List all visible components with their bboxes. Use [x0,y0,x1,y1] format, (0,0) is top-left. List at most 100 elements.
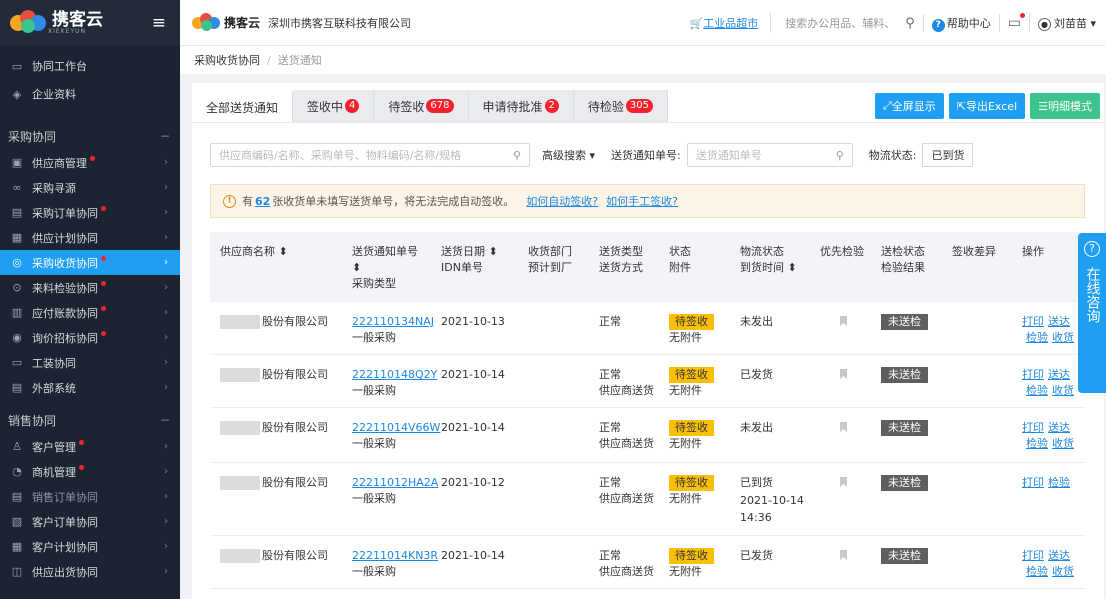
notice-no-link[interactable]: 222110134NAJ [352,314,434,330]
notice-no-link[interactable]: 22211014KN3R [352,548,438,564]
sidebar-item[interactable]: ▤ 外部系统 › [0,375,180,400]
global-search[interactable]: 搜索办公用品、辅料、 ⚲ [770,13,915,33]
sidebar-item[interactable]: ◉ 询价招标协同 › [0,325,180,350]
sidebar-item[interactable]: ◔ 商机管理 › [0,459,180,484]
col-logistics[interactable]: 物流状态 到货时间 ⬍ [740,244,797,276]
tab[interactable]: 待签收 678 [374,90,469,122]
chevron-right-icon: › [164,491,168,502]
priority-flag-icon[interactable] [840,550,847,560]
bid-icon: ◉ [12,331,22,344]
priority-flag-icon[interactable] [840,369,847,379]
inspect-status-badge: 未送检 [881,314,928,330]
user-menu[interactable]: ● 刘苗苗 ▾ [1037,15,1096,31]
export-excel-button[interactable]: ⇱ 导出Excel [948,93,1026,119]
search-icon[interactable]: ⚲ [836,149,844,162]
sidebar-item[interactable]: ∞ 采购寻源 › [0,175,180,200]
menu-toggle-icon[interactable]: ≡ [152,13,166,33]
chevron-right-icon: › [164,332,168,343]
collapse-icon[interactable]: − [160,413,170,427]
col-notice-no[interactable]: 送货通知单号 ⬍ 采购类型 [352,244,418,292]
priority-flag-icon[interactable] [840,316,847,326]
action-link[interactable]: 送达 [1048,367,1070,383]
topbar-logo[interactable]: 携客云 [192,12,261,33]
receive-link[interactable]: 收货 [1052,383,1074,399]
print-link[interactable]: 打印 [1022,548,1044,564]
sort-icon[interactable]: ⬍ [352,260,418,276]
inspect-link[interactable]: 检验 [1026,383,1048,399]
delivery-date: 2021-10-13 [441,315,505,328]
notice-no-link[interactable]: 222110148Q2Y [352,367,437,383]
receive-link[interactable]: 收货 [1052,436,1074,452]
receive-link[interactable]: 收货 [1052,564,1074,580]
external-icon: ▤ [11,381,23,394]
action-link[interactable]: 送达 [1048,420,1070,436]
inspect-link[interactable]: 检验 [1026,330,1048,346]
tab[interactable]: 申请待批准 2 [468,90,574,122]
sidebar-group[interactable]: 销售协同 − [0,406,180,434]
manual-sign-help-link[interactable]: 如何手工签收? [606,193,678,209]
sidebar-item[interactable]: ▤ 采购订单协同 › [0,200,180,225]
sidebar-item[interactable]: ♙ 客户管理 › [0,434,180,459]
logistics-filter-select[interactable]: 已到货 [922,143,974,167]
priority-flag-icon[interactable] [840,477,847,487]
collapse-icon[interactable]: − [160,129,170,143]
sidebar-item[interactable]: ▣ 供应商管理 › [0,150,180,175]
chevron-right-icon: › [164,566,168,577]
sidebar-item[interactable]: ▭ 协同工作台 [0,52,180,80]
tab[interactable]: 签收中 4 [293,90,375,122]
inspect-link[interactable]: 检验 [1026,436,1048,452]
print-link[interactable]: 打印 [1022,420,1044,436]
fullscreen-button[interactable]: ⤢ 全屏显示 [874,93,944,119]
receive-link[interactable]: 收货 [1052,330,1074,346]
message-icon[interactable]: ▭ [1008,13,1025,31]
detail-mode-button[interactable]: ☰ 明细模式 [1030,93,1100,119]
search-icon[interactable]: ⚲ [905,16,915,31]
print-link[interactable]: 打印 [1022,314,1044,330]
notice-no-link[interactable]: 22211012HA2A [352,475,438,491]
col-supplier[interactable]: 供应商名称 ⬍ [220,244,288,260]
tab[interactable]: 全部送货通知 [192,90,294,122]
col-date[interactable]: 送货日期 ⬍ IDN单号 [441,244,498,276]
print-link[interactable]: 打印 [1022,367,1044,383]
sidebar-logo[interactable]: 携客云 XIEKEYUN ≡ [0,0,180,46]
action-link[interactable]: 送达 [1048,314,1070,330]
binoculars-icon: ∞ [12,181,22,194]
sidebar-item[interactable]: ▤ 销售订单协同 › [0,484,180,509]
sidebar-item[interactable]: ▧ 客户订单协同 › [0,509,180,534]
notice-no-link[interactable]: 22211014V66W [352,420,440,436]
tab[interactable]: 待检验 305 [573,90,669,122]
table-row: 股份有限公司 22211014V66W 一般采购 2021-10-14 正常 供应商送货 待… [210,408,1085,463]
sidebar-group[interactable]: 采购协同 − [0,122,180,150]
sidebar-item[interactable]: ◈ 企业资料 [0,80,180,108]
breadcrumb-parent[interactable]: 采购收货协同 [194,52,260,68]
plan-icon: ▦ [11,231,23,244]
print-link[interactable]: 打印 [1022,475,1044,491]
global-search-input[interactable]: 搜索办公用品、辅料、 [785,15,895,31]
sidebar-item[interactable]: ▥ 应付账款协同 › [0,300,180,325]
inspect-link[interactable]: 检验 [1026,564,1048,580]
notice-no-input[interactable]: 送货通知单号 ⚲ [686,143,853,167]
action-link[interactable]: 送达 [1048,548,1070,564]
notification-dot [79,440,84,445]
sidebar-item[interactable]: ▭ 工装协同 › [0,350,180,375]
online-consult-button[interactable]: ? 在线咨询 [1078,233,1106,393]
auto-sign-help-link[interactable]: 如何自动签收? [526,193,598,209]
action-link[interactable]: 检验 [1048,475,1070,491]
notice-no-label: 送货通知单号: [611,149,681,162]
col-type-label: 送货类型 [599,245,643,258]
search-icon[interactable]: ⚲ [513,149,521,162]
mall-link[interactable]: 🛒工业品超市 [690,15,759,31]
sidebar-item[interactable]: ◫ 供应出货协同 › [0,559,180,584]
priority-flag-icon[interactable] [840,422,847,432]
sidebar-item-label: 供应计划协同 [32,231,98,245]
help-center-link[interactable]: ? 帮助中心 [931,15,991,32]
table-row: 股份有限公司 222110148Q2Y 一般采购 2021-10-14 正常 供应商送货 待… [210,355,1085,408]
keyword-search-input[interactable]: 供应商编码/名称、采购单号、物料编码/名称/规格 ⚲ [210,143,530,167]
advanced-search-toggle[interactable]: 高级搜索 ▾ [542,147,595,163]
sidebar-item[interactable]: ▦ 客户计划协同 › [0,534,180,559]
notice-count-link[interactable]: 62 [255,195,270,208]
sidebar-item[interactable]: ▦ 供应计划协同 › [0,225,180,250]
sidebar-item[interactable]: ⊙ 来料检验协同 › [0,275,180,300]
topbar-brand: 携客云 [224,16,261,30]
sidebar-item[interactable]: ◎ 采购收货协同 › [0,250,180,275]
